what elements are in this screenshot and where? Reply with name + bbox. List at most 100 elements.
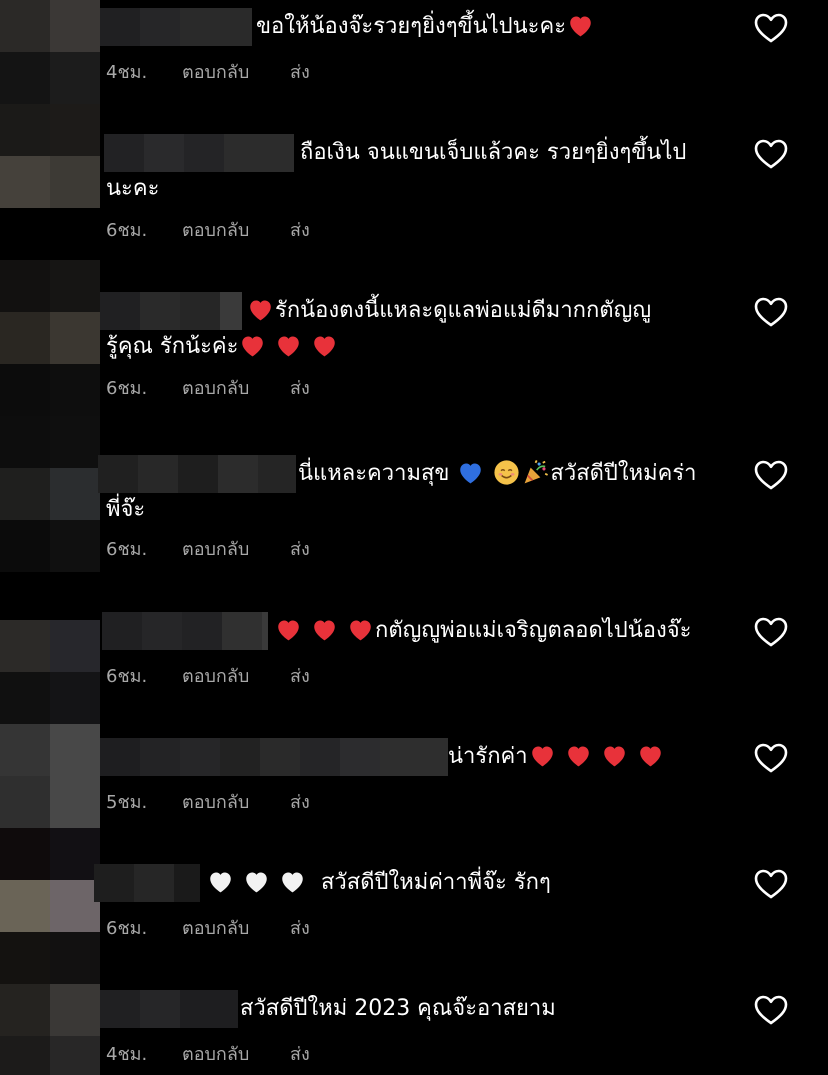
- reply-button[interactable]: ตอบกลับ: [182, 215, 249, 244]
- comment-body: นี่แหละความสุข สวัสดีปีใหม่คร่า: [298, 456, 697, 492]
- comment-item: น่ารักค่า 5ชม. ตอบกลับ ส่ง: [100, 738, 828, 813]
- mosaic-block: [180, 8, 252, 46]
- like-heart-icon[interactable]: [753, 616, 789, 648]
- mosaic-block: [224, 134, 294, 172]
- reply-button[interactable]: ตอบกลับ: [182, 913, 249, 942]
- mosaic-block: [140, 292, 180, 330]
- like-heart-icon[interactable]: [753, 459, 789, 491]
- avatar-pixel: [50, 672, 100, 724]
- avatar-pixel: [50, 1036, 100, 1075]
- like-heart-icon[interactable]: [753, 296, 789, 328]
- like-heart-icon[interactable]: [753, 868, 789, 900]
- mosaic-block: [220, 738, 260, 776]
- reply-button[interactable]: ตอบกลับ: [182, 534, 249, 563]
- send-button[interactable]: ส่ง: [290, 373, 310, 402]
- like-heart-icon[interactable]: [753, 12, 789, 44]
- comment-line: กตัญญูพ่อแม่เจริญตลอดไปน้องจ๊ะ: [100, 612, 828, 650]
- comment-item: ถือเงิน จนแขนเจ็บแล้วคะ รวยๆยิ่งๆขึ้นไป …: [100, 134, 828, 241]
- send-button[interactable]: ส่ง: [290, 661, 310, 690]
- red-heart-emoji: [246, 295, 275, 324]
- avatar-pixel: [0, 672, 50, 724]
- comment-timestamp: 5ชม.: [106, 792, 148, 813]
- username-redacted[interactable]: [102, 612, 268, 650]
- comment-item: นี่แหละความสุข สวัสดีปีใหม่คร่า พี่จ๊ะ 6…: [98, 455, 828, 560]
- send-button[interactable]: ส่ง: [290, 787, 310, 816]
- mosaic-block: [134, 864, 174, 902]
- avatar-pixel: [0, 52, 50, 104]
- mosaic-block: [180, 292, 220, 330]
- avatar-pixel: [50, 364, 100, 416]
- red-heart-emoji: [564, 741, 593, 770]
- white-heart-emoji: [242, 867, 271, 896]
- avatar-pixel: [0, 984, 50, 1036]
- comment-text: สวัสดีปีใหม่คร่า: [550, 461, 697, 486]
- avatar-pixel: [50, 156, 100, 208]
- avatar-pixel: [0, 468, 50, 520]
- reply-button[interactable]: ตอบกลับ: [182, 1039, 249, 1068]
- mosaic-block: [98, 455, 138, 493]
- party-popper-emoji: [521, 458, 550, 487]
- reply-button[interactable]: ตอบกลับ: [182, 57, 249, 86]
- reply-button[interactable]: ตอบกลับ: [182, 787, 249, 816]
- comment-item: รักน้องตงนี้แหละดูแลพ่อแม่ดีมากกตัญญู รู…: [100, 292, 828, 399]
- send-button[interactable]: ส่ง: [290, 913, 310, 942]
- like-heart-icon[interactable]: [753, 994, 789, 1026]
- avatar-pixel: [0, 1036, 50, 1075]
- mosaic-block: [340, 738, 380, 776]
- username-redacted[interactable]: [98, 455, 296, 493]
- red-heart-emoji: [310, 331, 339, 360]
- mosaic-block: [94, 864, 134, 902]
- red-heart-emoji: [346, 615, 375, 644]
- send-button[interactable]: ส่ง: [290, 57, 310, 86]
- username-redacted[interactable]: [100, 738, 448, 776]
- comment-line: น่ารักค่า: [100, 738, 828, 776]
- like-heart-icon[interactable]: [753, 138, 789, 170]
- like-heart-icon[interactable]: [753, 742, 789, 774]
- username-redacted[interactable]: [100, 990, 238, 1028]
- comment-text: ขอให้น้องจ๊ะรวยๆยิ่งๆขึ้นไปนะคะ: [256, 14, 567, 39]
- red-heart-emoji: [566, 11, 595, 40]
- avatar-column: [0, 0, 100, 1075]
- comment-line: สวัสดีปีใหม่ 2023 คุณจ๊ะอาสยาม: [100, 990, 828, 1028]
- avatar-pixel: [0, 828, 50, 880]
- mosaic-block: [220, 292, 242, 330]
- mosaic-block: [184, 134, 224, 172]
- mosaic-block: [138, 455, 178, 493]
- send-button[interactable]: ส่ง: [290, 1039, 310, 1068]
- send-button[interactable]: ส่ง: [290, 534, 310, 563]
- mosaic-block: [174, 864, 200, 902]
- reply-button[interactable]: ตอบกลับ: [182, 661, 249, 690]
- avatar-pixel: [50, 52, 100, 104]
- mosaic-block: [140, 990, 180, 1028]
- red-heart-emoji: [528, 741, 557, 770]
- comment-text: รู้คุณ รักน้ะค่ะ: [106, 334, 239, 359]
- smiling-face-emoji: [492, 458, 521, 487]
- comment-line: พี่จ๊ะ: [100, 492, 828, 528]
- comment-text: พี่จ๊ะ: [106, 497, 146, 522]
- avatar-pixel: [0, 260, 50, 312]
- comment-body: ขอให้น้องจ๊ะรวยๆยิ่งๆขึ้นไปนะคะ: [256, 9, 595, 45]
- comment-item: ขอให้น้องจ๊ะรวยๆยิ่งๆขึ้นไปนะคะ 4ชม. ตอบ…: [100, 8, 828, 83]
- avatar-pixel: [50, 468, 100, 520]
- mosaic-block: [380, 738, 448, 776]
- mosaic-block: [102, 612, 142, 650]
- avatar-pixel: [0, 520, 50, 572]
- avatar-pixel: [50, 416, 100, 468]
- comment-text: นี่แหละความสุข: [298, 461, 450, 486]
- username-redacted[interactable]: [100, 292, 242, 330]
- avatar-pixel: [50, 0, 100, 52]
- send-button[interactable]: ส่ง: [290, 215, 310, 244]
- avatar-pixel: [0, 312, 50, 364]
- avatar-pixel: [50, 724, 100, 776]
- avatar-pixel: [50, 932, 100, 984]
- comment-text: น่ารักค่า: [448, 744, 528, 769]
- comment-text: กตัญญูพ่อแม่เจริญตลอดไปน้องจ๊ะ: [375, 618, 692, 643]
- white-heart-emoji: [278, 867, 307, 896]
- username-redacted[interactable]: [104, 134, 294, 172]
- reply-button[interactable]: ตอบกลับ: [182, 373, 249, 402]
- avatar-pixel: [50, 312, 100, 364]
- username-redacted[interactable]: [94, 864, 200, 902]
- comment-timestamp: 4ชม.: [106, 1044, 148, 1065]
- username-redacted[interactable]: [100, 8, 252, 46]
- comment-item: สวัสดีปีใหม่ค่าาพี่จ๊ะ รักๆ 6ชม. ตอบกลับ…: [94, 864, 828, 939]
